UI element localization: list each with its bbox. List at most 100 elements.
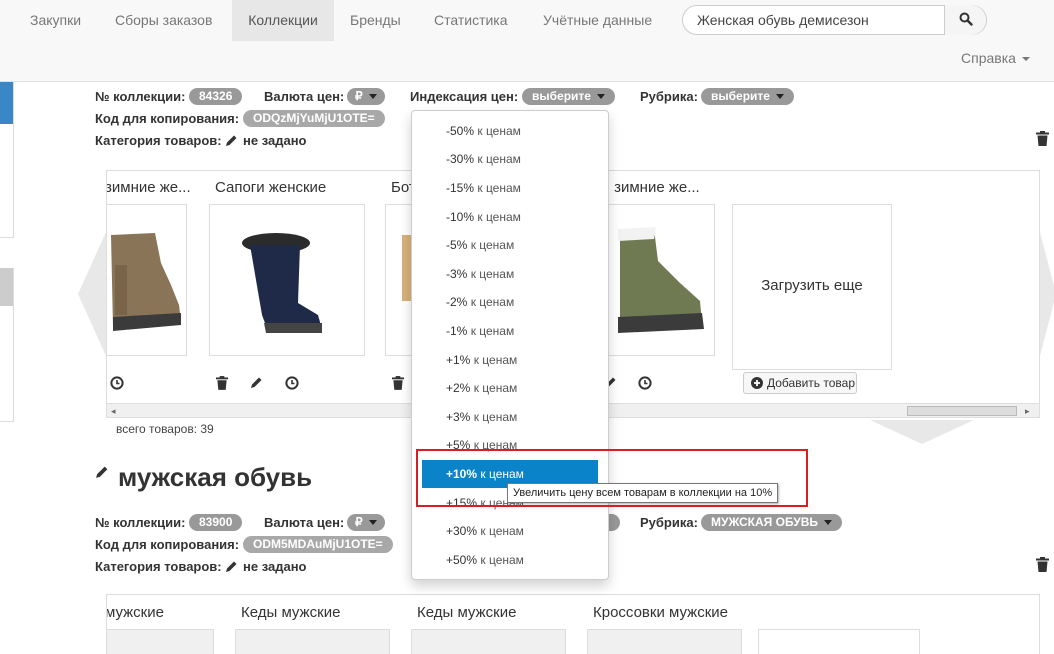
scroll-left-icon[interactable]: ◂: [111, 406, 116, 417]
product-image[interactable]: [587, 629, 742, 654]
currency-select[interactable]: ₽: [347, 514, 385, 531]
collection-number-badge: 84326: [189, 88, 243, 105]
carousel-prev-arrow[interactable]: [78, 232, 106, 356]
dropdown-item-percent: +30%: [446, 524, 478, 538]
product-title[interactable]: мужские: [107, 604, 164, 621]
product-title[interactable]: зимние же...: [107, 179, 191, 196]
copy-code-badge[interactable]: ODQzMjYuMjU1OTE=: [243, 110, 385, 127]
chevron-down-icon: [368, 520, 377, 526]
nav-item-order-collections[interactable]: Сборы заказов: [115, 0, 212, 41]
currency-select[interactable]: ₽: [347, 88, 385, 105]
dropdown-item-plus1[interactable]: +1% к ценам: [422, 346, 598, 374]
scroll-right-icon[interactable]: ▸: [1025, 406, 1030, 417]
product-title[interactable]: Кеды мужские: [417, 604, 516, 621]
boot-image: [242, 233, 322, 333]
copy-code-label: Код для копирования:: [95, 537, 240, 552]
add-product-button[interactable]: Добавить товар: [743, 372, 857, 394]
side-panel-2-header[interactable]: [0, 268, 13, 306]
collection-number-badge: 83900: [189, 514, 243, 531]
price-index-select[interactable]: выберите: [522, 88, 615, 105]
rubric-select[interactable]: выберите: [701, 88, 794, 105]
collapse-arrow[interactable]: [870, 420, 974, 444]
product-title[interactable]: Кроссовки мужские: [593, 604, 728, 621]
help-label: Справка: [961, 50, 1016, 66]
dropdown-item-percent: -15%: [446, 181, 475, 195]
dropdown-item-minus1[interactable]: -1% к ценам: [422, 317, 598, 345]
dropdown-item-plus3[interactable]: +3% к ценам: [422, 403, 598, 431]
rubric-label: Рубрика:: [640, 89, 698, 104]
dropdown-item-minus15[interactable]: -15% к ценам: [422, 174, 598, 202]
product-image[interactable]: [107, 629, 214, 654]
currency-value: ₽: [355, 89, 363, 103]
dropdown-item-percent: -30%: [446, 152, 475, 166]
trash-icon[interactable]: [1036, 131, 1049, 146]
product-image[interactable]: [209, 204, 365, 356]
trash-icon[interactable]: [392, 376, 404, 390]
dropdown-item-percent: +1%: [446, 353, 471, 367]
pencil-icon[interactable]: [225, 134, 238, 147]
dropdown-item-plus50[interactable]: +50% к ценам: [422, 546, 598, 574]
rubric-value: выберите: [711, 89, 770, 103]
price-index-value: выберите: [532, 89, 591, 103]
dropdown-item-percent: -3%: [446, 267, 468, 281]
pencil-icon[interactable]: [95, 465, 109, 479]
product-image[interactable]: [595, 204, 715, 356]
dropdown-item-percent: +50%: [446, 553, 478, 567]
dropdown-item-minus5[interactable]: -5% к ценам: [422, 231, 598, 259]
category-label: Категория товаров:: [95, 559, 222, 574]
pencil-icon[interactable]: [225, 560, 238, 573]
product-title[interactable]: Сапоги женские: [215, 179, 326, 196]
search-input[interactable]: [697, 6, 937, 34]
copy-code-badge[interactable]: ODM5MDAuMjU1OTE=: [243, 536, 393, 553]
carousel-next-arrow[interactable]: [1040, 232, 1054, 356]
product-image[interactable]: [411, 629, 566, 654]
boot-image: [111, 233, 181, 331]
dropdown-item-suffix: к ценам: [477, 152, 521, 166]
chevron-down-icon: [775, 94, 784, 100]
dropdown-item-suffix: к ценам: [470, 295, 515, 309]
product-image[interactable]: [107, 204, 187, 356]
scrollbar-thumb[interactable]: [907, 406, 1017, 416]
dropdown-item-minus2[interactable]: -2% к ценам: [422, 288, 598, 316]
nav-item-statistics[interactable]: Статистика: [434, 0, 508, 41]
side-panel-2: [0, 268, 14, 422]
help-menu[interactable]: Справка: [961, 50, 1030, 66]
dropdown-item-plus2[interactable]: +2% к ценам: [422, 374, 598, 402]
dropdown-item-suffix: к ценам: [473, 410, 518, 424]
load-more-tile[interactable]: Загрузить еще: [732, 204, 892, 370]
dropdown-item-minus50[interactable]: -50% к ценам: [422, 117, 598, 145]
clock-icon[interactable]: [285, 376, 299, 390]
chevron-down-icon: [824, 520, 833, 526]
product-title[interactable]: Кеды мужские: [241, 604, 340, 621]
dropdown-item-percent: -10%: [446, 210, 475, 224]
dropdown-item-suffix: к ценам: [477, 181, 521, 195]
dropdown-item-minus30[interactable]: -30% к ценам: [422, 145, 598, 173]
chevron-down-icon: [368, 94, 377, 100]
dropdown-item-suffix: к ценам: [477, 210, 521, 224]
load-more-tile[interactable]: [758, 629, 920, 654]
dropdown-item-plus30[interactable]: +30% к ценам: [422, 517, 598, 545]
product-title[interactable]: ки зимние же...: [595, 179, 700, 196]
pencil-icon[interactable]: [250, 376, 263, 389]
trash-icon[interactable]: [1036, 557, 1049, 572]
search-button[interactable]: [944, 5, 986, 35]
side-panel-active[interactable]: [0, 82, 13, 124]
nav-item-collections[interactable]: Коллекции: [232, 0, 334, 41]
clock-icon[interactable]: [638, 376, 652, 390]
dropdown-item-percent: +3%: [446, 410, 471, 424]
trash-icon[interactable]: [216, 376, 228, 390]
dropdown-item-percent: -5%: [446, 238, 468, 252]
dropdown-item-suffix: к ценам: [480, 553, 524, 567]
dropdown-item-minus3[interactable]: -3% к ценам: [422, 260, 598, 288]
nav-item-brands[interactable]: Бренды: [350, 0, 401, 41]
currency-label: Валюта цен:: [264, 89, 345, 104]
load-more-label: Загрузить еще: [761, 277, 863, 294]
currency-value: ₽: [355, 515, 363, 529]
dropdown-item-minus10[interactable]: -10% к ценам: [422, 203, 598, 231]
nav-item-purchases[interactable]: Закупки: [30, 0, 81, 41]
collection-number-label: № коллекции:: [95, 89, 186, 104]
product-image[interactable]: [235, 629, 390, 654]
nav-item-account[interactable]: Учётные данные: [543, 0, 652, 41]
rubric-select[interactable]: МУЖСКАЯ ОБУВЬ: [701, 514, 843, 531]
clock-icon[interactable]: [110, 376, 124, 390]
